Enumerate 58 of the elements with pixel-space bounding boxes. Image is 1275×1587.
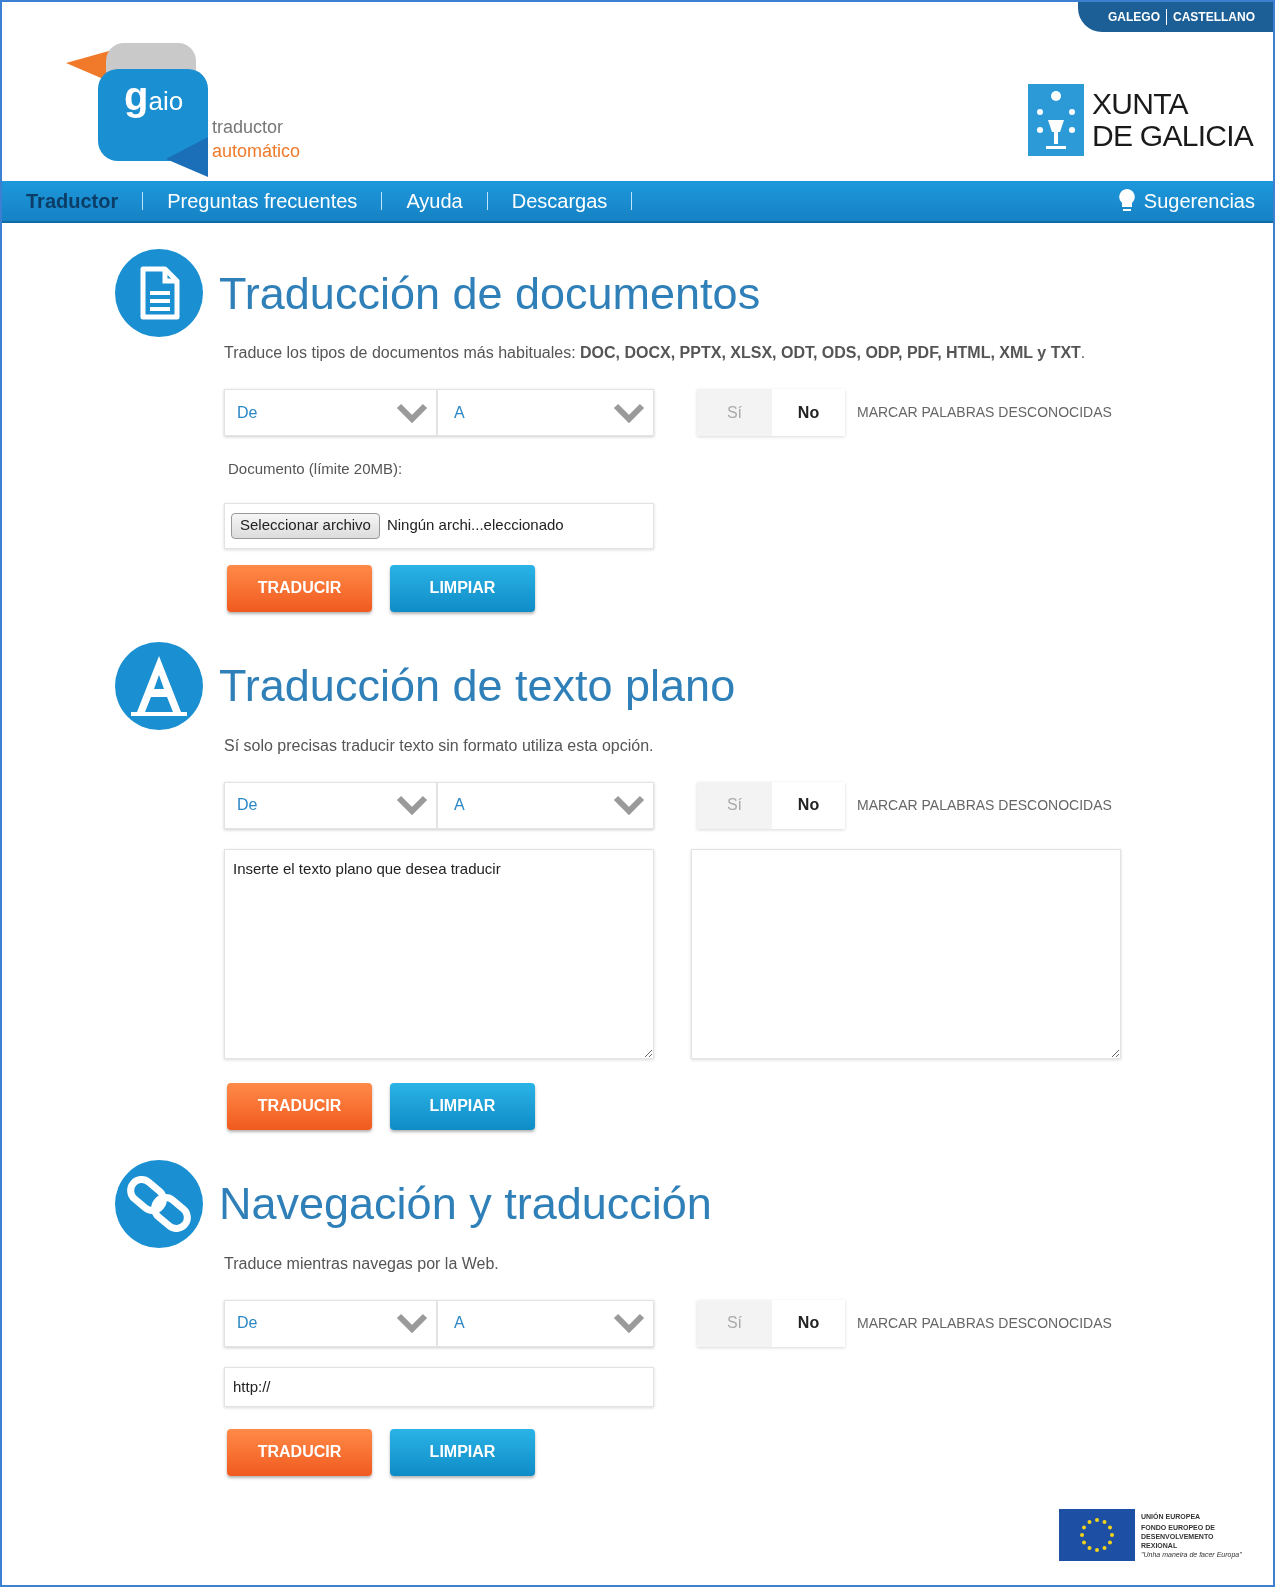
url-field[interactable]: http:// <box>224 1366 654 1407</box>
source-language-select[interactable]: De <box>224 781 437 829</box>
language-link[interactable]: CASTELLANO <box>1173 8 1255 26</box>
translate-button[interactable]: TRADUCIR <box>227 1428 372 1476</box>
government-name: XUNTA <box>1092 88 1190 120</box>
translate-button[interactable]: TRADUCIR <box>227 1082 372 1130</box>
lightbulb-icon <box>1117 188 1136 214</box>
suggestions-link[interactable]: Sugerencias <box>1117 186 1255 216</box>
section-title: Traducción de documentos <box>219 270 761 316</box>
section-description: Sí solo precisas traducir texto sin formato utiliza esta opción. <box>224 735 655 756</box>
toggle-label: MARCAR PALABRAS DESCONOCIDAS <box>857 795 1112 815</box>
source-language-select[interactable]: De <box>224 389 437 436</box>
toggle-label: MARCAR PALABRAS DESCONOCIDAS <box>857 403 1112 422</box>
file-field[interactable]: Seleccionar archivo Ningún archi...eleccionado <box>224 502 654 549</box>
language-link[interactable]: GALEGO <box>1108 8 1160 26</box>
file-limit-label: Documento (límite 20MB): <box>228 459 404 479</box>
nav-link[interactable]: Ayuda <box>406 186 463 216</box>
clear-button[interactable]: LIMPIAR <box>390 1428 535 1476</box>
section-title: Traducción de texto plano <box>219 663 736 708</box>
logo-subtitle-accent: automático <box>212 140 301 163</box>
document-icon <box>115 249 203 337</box>
link-icon <box>115 1159 203 1248</box>
toggle-option[interactable]: Sí <box>697 781 772 829</box>
clear-button[interactable]: LIMPIAR <box>390 564 535 612</box>
target-language-select[interactable]: A <box>437 389 654 436</box>
toggle-option[interactable]: No <box>772 781 845 829</box>
section-description: Traduce mientras navegas por la Web. <box>224 1253 500 1274</box>
chevron-down-icon <box>613 1313 645 1333</box>
logo-subtitle: traductor <box>212 116 285 139</box>
file-status: Ningún archi...eleccionado <box>386 515 564 536</box>
chevron-down-icon <box>613 402 645 423</box>
letter-icon <box>115 641 203 730</box>
translate-button[interactable]: TRADUCIR <box>227 564 372 612</box>
toggle-label: MARCAR PALABRAS DESCONOCIDAS <box>857 1313 1112 1333</box>
clear-button[interactable]: LIMPIAR <box>390 1082 535 1130</box>
section-title: Navegación y traducción <box>219 1181 712 1226</box>
nav-link[interactable]: Descargas <box>511 186 608 216</box>
nav-link[interactable]: Traductor <box>26 186 119 216</box>
toggle-option[interactable]: No <box>772 389 845 436</box>
chevron-down-icon <box>396 1313 428 1333</box>
chevron-down-icon <box>613 795 645 815</box>
chevron-down-icon <box>396 795 428 815</box>
source-language-select[interactable]: De <box>224 1299 437 1347</box>
target-language-select[interactable]: A <box>437 1299 654 1347</box>
section-description: Traduce los tipos de documentos más habituales: DOC, DOCX, PPTX, XLSX, ODT, ODS, ODP, PDF, HTML, XML y TXT. <box>224 343 1087 363</box>
emblem-icon <box>1028 84 1085 156</box>
government-name: DE GALICIA <box>1092 120 1253 152</box>
logo-wordmark: gaio <box>124 76 184 116</box>
chevron-down-icon <box>396 402 428 423</box>
toggle-option[interactable]: No <box>772 1299 845 1347</box>
target-language-select[interactable]: A <box>437 781 654 829</box>
choose-file-button[interactable]: Seleccionar archivo <box>231 512 380 539</box>
toggle-option[interactable]: Sí <box>697 389 772 436</box>
eu-flag-icon <box>1059 1509 1135 1561</box>
translation-text-area[interactable] <box>691 848 1121 1059</box>
source-text-area[interactable]: Inserte el texto plano que desea traducir <box>224 848 654 1059</box>
nav-link[interactable]: Preguntas frecuentes <box>167 186 358 216</box>
toggle-option[interactable]: Sí <box>697 1299 772 1347</box>
